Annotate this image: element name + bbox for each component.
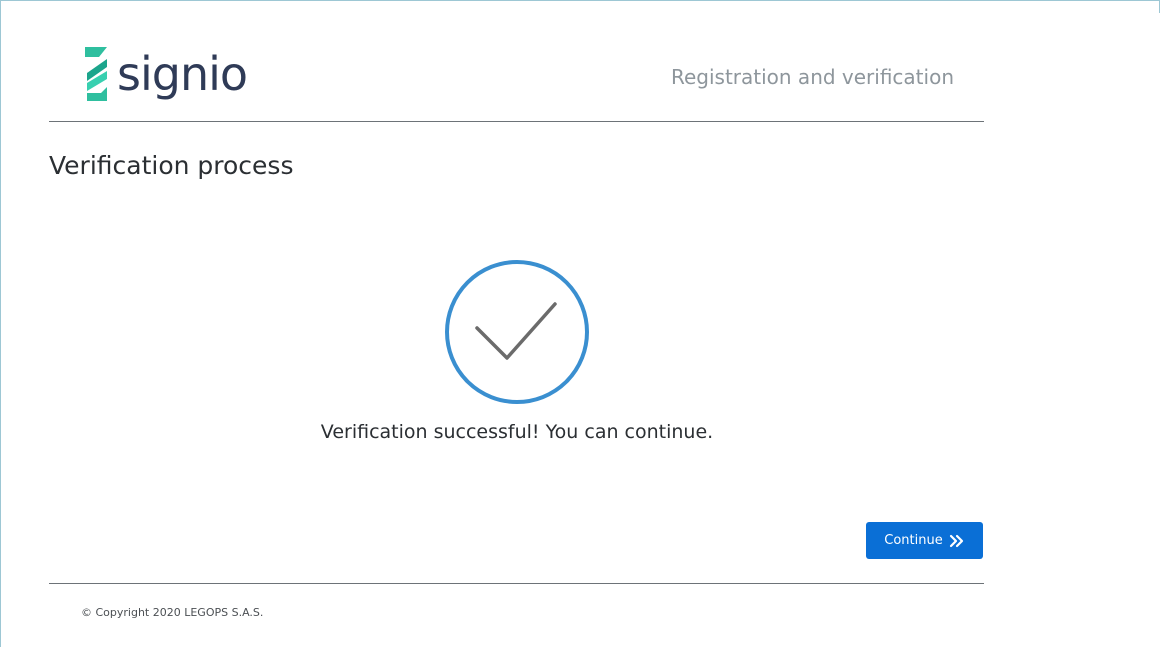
- page-title: Verification process: [49, 151, 294, 180]
- header-title: Registration and verification: [670, 65, 954, 89]
- continue-button[interactable]: Continue: [866, 522, 983, 559]
- success-status: [443, 258, 591, 406]
- signio-ribbon-logo-icon: [85, 47, 107, 101]
- header: signio Registration and verification: [49, 29, 984, 121]
- signio-logo: signio: [81, 43, 248, 105]
- check-circle-icon: [445, 260, 589, 404]
- status-message: Verification successful! You can continu…: [320, 421, 714, 443]
- brand-name: signio: [117, 47, 248, 101]
- window-frame: signio Registration and verification Ver…: [0, 0, 1160, 647]
- copyright-text: © Copyright 2020 LEGOPS S.A.S.: [81, 606, 264, 619]
- double-chevron-right-icon: [949, 534, 963, 547]
- continue-button-label: Continue: [884, 533, 943, 548]
- footer-divider: [49, 583, 984, 584]
- header-divider: [49, 121, 984, 122]
